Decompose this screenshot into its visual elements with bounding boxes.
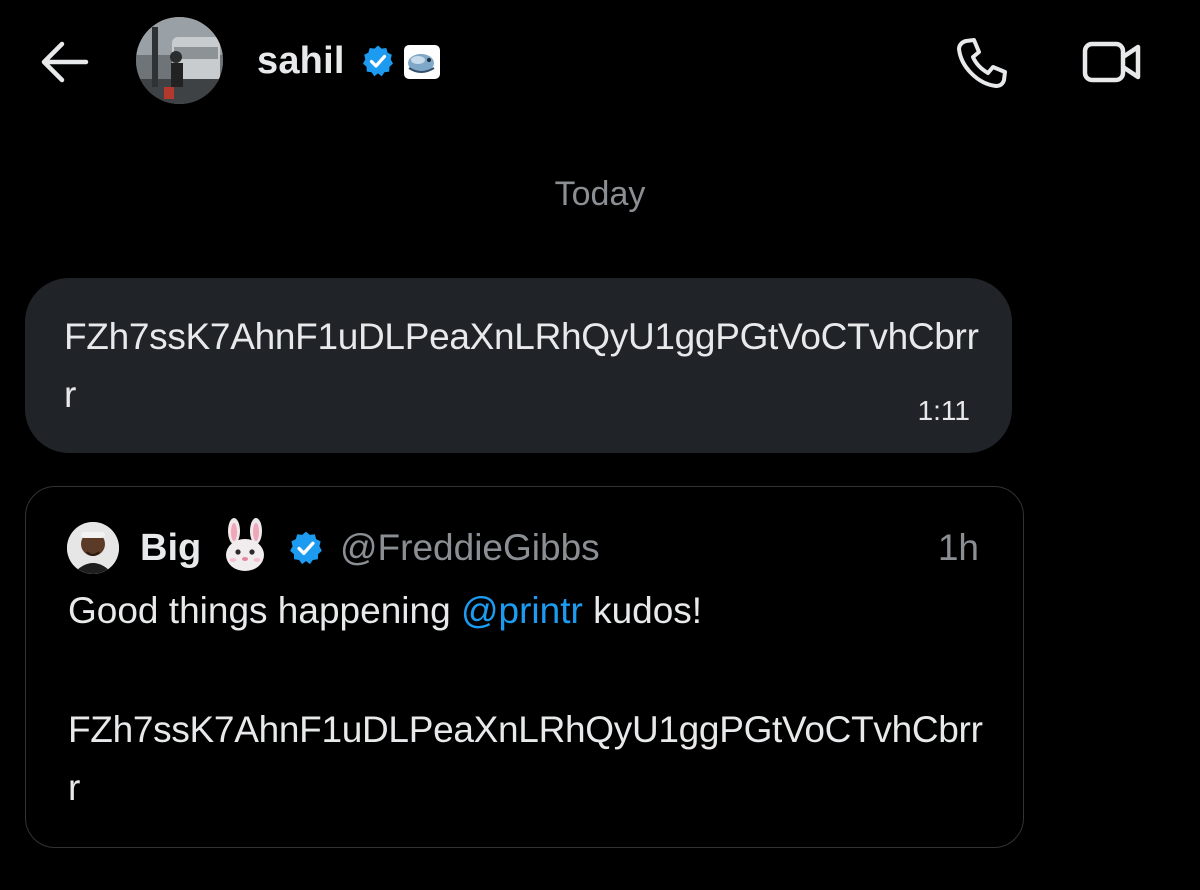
- call-button[interactable]: [952, 33, 1012, 93]
- rabbit-face-icon: [219, 517, 271, 573]
- date-separator: Today: [554, 175, 646, 213]
- verified-badge-icon: [288, 530, 324, 566]
- tweet-author-name[interactable]: Big: [140, 525, 201, 571]
- contact-name[interactable]: sahil: [257, 38, 345, 84]
- message-timestamp: 1:11: [917, 395, 970, 426]
- verified-badge-icon: [361, 44, 395, 78]
- avatar-photo: [136, 17, 223, 104]
- tweet-text-after: kudos!: [582, 590, 703, 631]
- quoted-tweet-card[interactable]: Big @FreddieGibbs 1h Good things happeni…: [25, 486, 1024, 848]
- affiliate-badge-icon: [403, 44, 441, 80]
- tweet-code-text: FZh7ssK7AhnF1uDLPeaXnLRhQyU1ggPGtVoCTvhC…: [68, 709, 983, 808]
- tweet-text: Good things happening @printr kudos!: [68, 585, 988, 637]
- phone-icon: [957, 38, 1007, 88]
- video-camera-icon: [1082, 41, 1141, 83]
- tweet-author-avatar[interactable]: [67, 522, 119, 574]
- tweet-text-before: Good things happening: [68, 590, 461, 631]
- avatar[interactable]: [136, 17, 223, 104]
- arrow-left-icon: [41, 41, 89, 83]
- back-button[interactable]: [36, 36, 92, 88]
- tweet-timestamp: 1h: [937, 527, 979, 568]
- message-bubble[interactable]: FZh7ssK7AhnF1uDLPeaXnLRhQyU1ggPGtVoCTvhC…: [25, 278, 1012, 453]
- author-photo: [67, 522, 119, 574]
- tweet-author-handle[interactable]: @FreddieGibbs: [340, 525, 600, 571]
- mention-link[interactable]: @printr: [461, 590, 583, 631]
- message-text: FZh7ssK7AhnF1uDLPeaXnLRhQyU1ggPGtVoCTvhC…: [64, 316, 979, 415]
- video-call-button[interactable]: [1080, 36, 1146, 88]
- conversation-header: sahil: [0, 0, 1200, 130]
